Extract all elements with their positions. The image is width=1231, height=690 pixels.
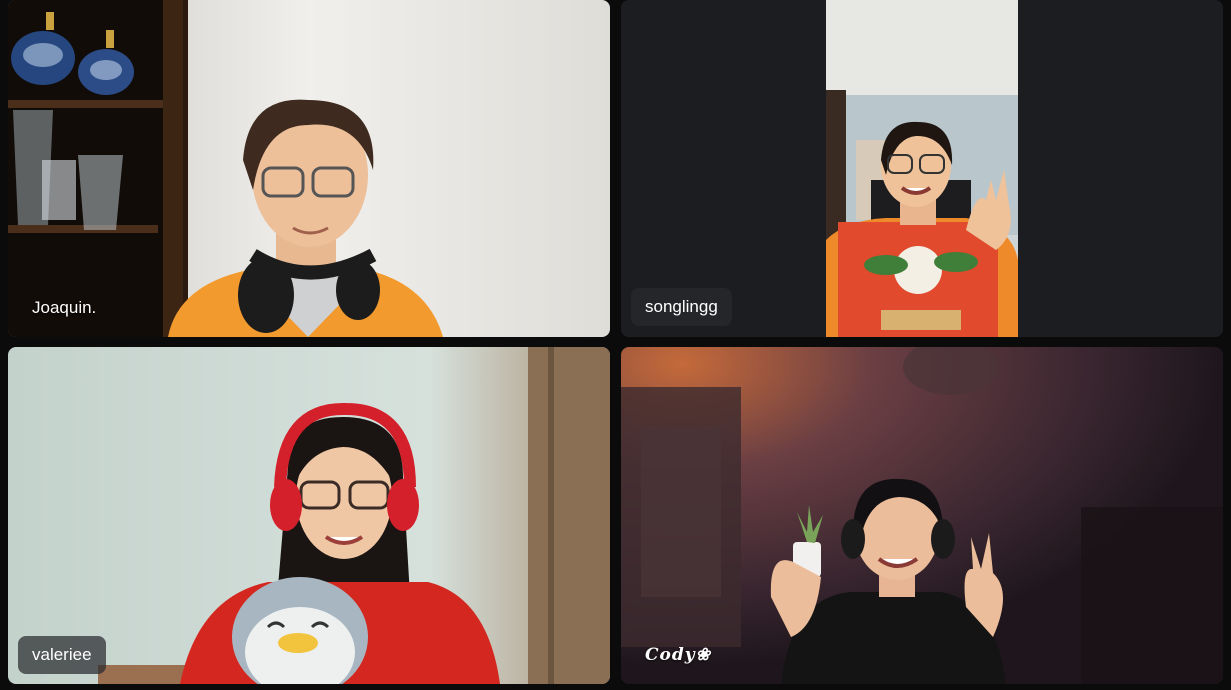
participant-name-cody: Cody❀ — [645, 645, 711, 665]
participant-tile-cody[interactable]: Cody❀ — [621, 347, 1223, 684]
participant-name-joaquin: Joaquin. — [32, 298, 97, 317]
participant-tile-songlingg[interactable]: songlingg — [621, 0, 1223, 337]
participant-video-cody — [621, 347, 1223, 684]
participant-video-joaquin — [8, 0, 610, 337]
participant-video-valeriee — [8, 347, 610, 684]
participant-tile-valeriee[interactable]: valeriee — [8, 347, 610, 684]
participant-video-songlingg — [621, 0, 1223, 337]
video-call-grid: Joaquin. songlingg valeriee Cody❀ — [0, 0, 1231, 690]
participant-name-songlingg: songlingg — [631, 288, 732, 326]
participant-name-valeriee: valeriee — [18, 636, 106, 674]
participant-tile-joaquin[interactable]: Joaquin. — [8, 0, 610, 337]
